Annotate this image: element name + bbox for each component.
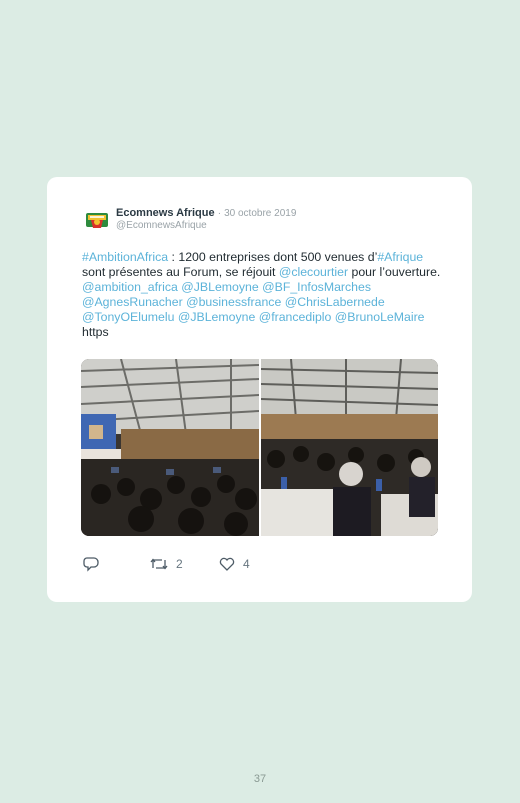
heart-icon [219,557,235,571]
author-handle[interactable]: @EcomnewsAfrique [116,220,207,231]
hashtag-link[interactable]: #Afrique [377,250,423,264]
mention-link[interactable]: @TonyOElumelu [82,310,174,324]
like-count: 4 [243,557,250,571]
tweet-date[interactable]: 30 octobre 2019 [224,208,296,219]
reply-button[interactable] [83,557,99,572]
page-number: 37 [253,773,267,785]
tweet-card: Ecomnews Afrique · 30 octobre 2019 @Ecom… [47,177,472,602]
mention-link[interactable]: @ambition_africa [82,280,178,294]
retweet-arrows-icon [150,557,168,571]
mention-link[interactable]: @ChrisLabernede [285,295,385,309]
mention-link[interactable]: @JBLemoyne [178,310,255,324]
retweet-button[interactable]: 2 [150,557,183,571]
author-row: Ecomnews Afrique · 30 octobre 2019 [116,207,296,219]
mention-link[interactable]: @BF_InfosMarches [262,280,371,294]
mention-link[interactable]: @AgnesRunacher [82,295,183,309]
author-avatar[interactable] [85,208,109,232]
tweet-photo-left[interactable] [81,359,259,536]
speech-bubble-icon [83,557,99,572]
tweet-text-segment: : 1200 entreprises dont 500 venues d’ [168,250,378,264]
hashtag-link[interactable]: #AmbitionAfrica [82,250,168,264]
retweet-count: 2 [176,557,183,571]
like-button[interactable]: 4 [219,557,250,571]
mention-link[interactable]: @JBLemoyne [181,280,258,294]
tweet-text-segment: pour l’ouverture. [348,265,441,279]
mention-link[interactable]: @BrunoLeMaire [335,310,425,324]
tweet-actions: 2 4 [47,557,472,577]
mention-link[interactable]: @businessfrance [186,295,281,309]
header-separator: · [217,208,222,219]
mention-link[interactable]: @francediplo [259,310,332,324]
mention-link[interactable]: @clecourtier [279,265,348,279]
tweet-text: #AmbitionAfrica : 1200 entreprises dont … [82,250,442,340]
tweet-text-segment: https [82,325,109,339]
author-name[interactable]: Ecomnews Afrique [116,207,215,219]
tweet-text-segment: sont présentes au Forum, se réjouit [82,265,279,279]
tweet-photo-right[interactable] [261,359,438,536]
